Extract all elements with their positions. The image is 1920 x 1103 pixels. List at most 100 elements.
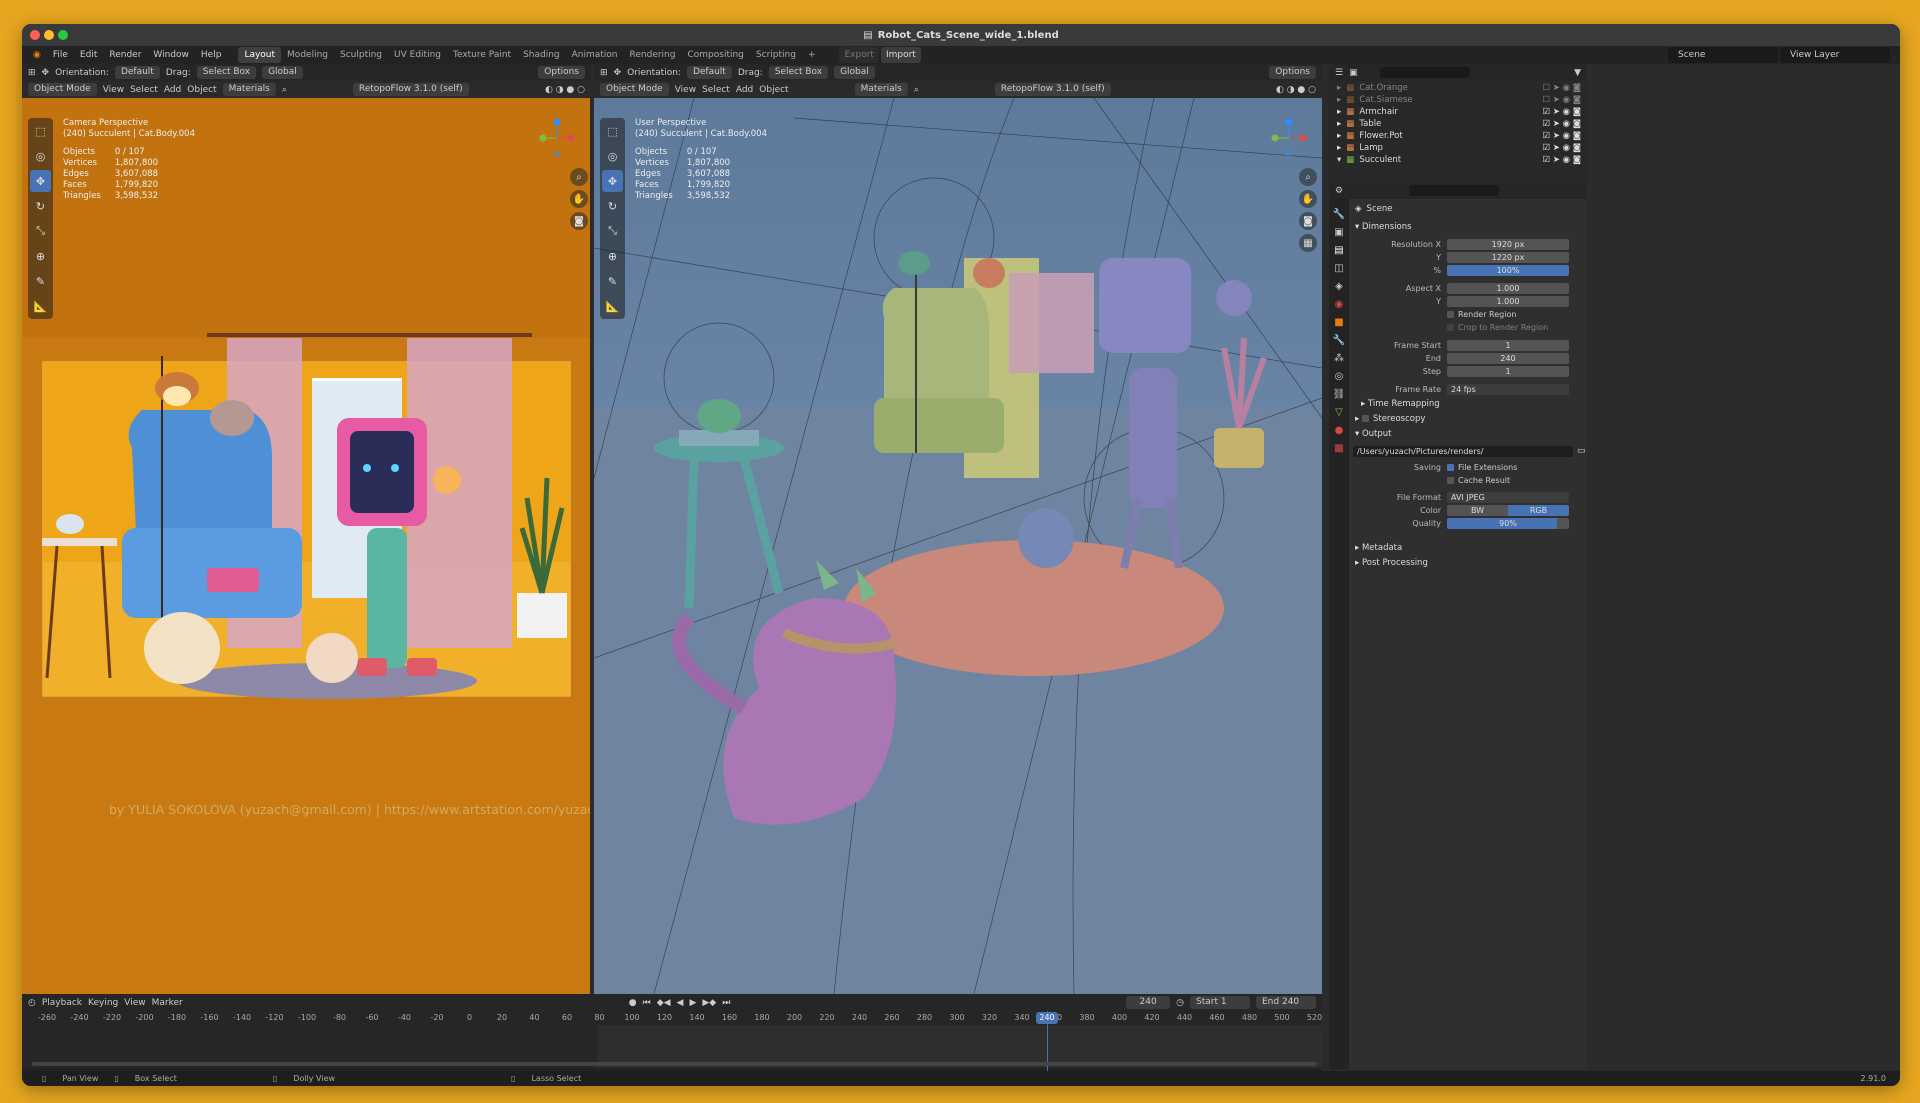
view-layer-tab-icon[interactable]: ◫ — [1334, 263, 1343, 274]
move-tool-icon[interactable]: ✥ — [602, 170, 623, 192]
start-frame-field[interactable]: Start 1 — [1190, 996, 1250, 1009]
output-tab-icon[interactable]: ▤ — [1334, 245, 1343, 256]
rotate-tool-icon[interactable]: ↻ — [602, 195, 623, 217]
retopoflow-dropdown[interactable]: RetopoFlow 3.1.0 (self) — [994, 83, 1111, 96]
field-value[interactable]: 1 — [1447, 339, 1569, 351]
blender-logo-icon[interactable]: ◉ — [28, 47, 46, 63]
navigation-gizmo[interactable] — [1269, 118, 1309, 158]
orientation-dropdown[interactable]: Default — [114, 66, 160, 79]
current-frame-field[interactable]: 240 — [1126, 996, 1171, 1009]
menu-edit[interactable]: Edit — [75, 47, 102, 63]
tab-modeling[interactable]: Modeling — [281, 47, 334, 63]
scene-tab-icon[interactable]: ◈ — [1335, 281, 1343, 292]
close-button[interactable] — [30, 30, 40, 40]
select-tool-icon[interactable]: ⬚ — [30, 120, 51, 142]
tab-animation[interactable]: Animation — [566, 47, 624, 63]
outliner-item[interactable]: ▸ ▦ Table ☑ ➤ ◉ ◙ — [1329, 118, 1587, 130]
display-mode-icon[interactable]: ▣ — [1349, 68, 1358, 78]
particles-tab-icon[interactable]: ⁂ — [1334, 353, 1344, 364]
editor-type-icon[interactable]: ⊞ — [28, 68, 36, 78]
material-tab-icon[interactable]: ● — [1335, 425, 1344, 436]
pan-hand-icon[interactable]: ✋ — [1299, 190, 1317, 208]
file-extensions-checkbox[interactable]: Saving File Extensions — [1349, 461, 1587, 473]
menu-help[interactable]: Help — [196, 47, 227, 63]
drag-dropdown[interactable]: Select Box — [196, 66, 257, 79]
texture-tab-icon[interactable]: ▩ — [1334, 443, 1343, 454]
search-icon[interactable]: ⌕ — [282, 85, 287, 95]
output-path-field[interactable]: /Users/yuzach/Pictures/renders/ ▭ — [1349, 445, 1587, 457]
physics-tab-icon[interactable]: ◎ — [1335, 371, 1344, 382]
folder-icon[interactable]: ▭ — [1577, 446, 1586, 456]
move-gizmo-icon[interactable]: ✥ — [42, 68, 50, 78]
mode-dropdown[interactable]: Object Mode — [28, 83, 97, 96]
field-value[interactable]: 1 — [1447, 365, 1569, 377]
tab-texture-paint[interactable]: Texture Paint — [447, 47, 517, 63]
field-value[interactable]: 1920 px — [1447, 238, 1569, 250]
world-tab-icon[interactable]: ◉ — [1335, 299, 1344, 310]
scene-selector[interactable]: Scene — [1668, 47, 1778, 63]
dimensions-panel-header[interactable]: ▾ Dimensions — [1349, 219, 1587, 234]
field-value[interactable]: 24 fps — [1447, 383, 1569, 395]
frame-end-field[interactable]: End 240 — [1349, 352, 1587, 364]
menu-window[interactable]: Window — [148, 47, 194, 63]
timeline-scrollbar[interactable] — [32, 1062, 1317, 1066]
menu-render[interactable]: Render — [104, 47, 146, 63]
orientation-dropdown[interactable]: Default — [686, 66, 732, 79]
color-rgb-button[interactable]: RGB — [1508, 504, 1569, 516]
left-viewport[interactable]: ⬚ ◎ ✥ ↻ ⤡ ⊕ ✎ 📐 Camera Perspective (240)… — [22, 98, 590, 994]
stereoscopy-panel-header[interactable]: ▸ Stereoscopy — [1349, 411, 1587, 426]
object-tab-icon[interactable]: ■ — [1334, 317, 1343, 328]
time-remapping-panel-header[interactable]: ▸ Time Remapping — [1349, 396, 1587, 411]
jump-start-icon[interactable]: ⏮ — [643, 998, 651, 1008]
viewport-shading-icons[interactable]: ◐ ◑ ● ○ — [545, 85, 585, 95]
playhead-label[interactable]: 240 — [1036, 1012, 1058, 1024]
select-tool-icon[interactable]: ⬚ — [602, 120, 623, 142]
editor-type-icon[interactable]: ⊞ — [600, 68, 608, 78]
scale-tool-icon[interactable]: ⤡ — [602, 220, 623, 242]
frame-step-field[interactable]: Step 1 — [1349, 365, 1587, 377]
right-viewport[interactable]: ⬚ ◎ ✥ ↻ ⤡ ⊕ ✎ 📐 User Perspective (240) S… — [594, 98, 1322, 994]
metadata-panel-header[interactable]: ▸ Metadata — [1349, 540, 1587, 555]
outliner-search[interactable] — [1379, 67, 1470, 78]
checkbox-icon[interactable] — [1447, 463, 1454, 471]
outliner-type-icon[interactable]: ☰ — [1335, 68, 1343, 78]
checkbox-icon[interactable] — [1447, 476, 1454, 484]
zoom-icon[interactable]: ⌕ — [1299, 168, 1317, 186]
jump-end-icon[interactable]: ⏭ — [722, 998, 730, 1008]
outliner-item[interactable]: ▸ ▦ Flower.Pot ☑ ➤ ◉ ◙ — [1329, 130, 1587, 142]
tab-rendering[interactable]: Rendering — [624, 47, 682, 63]
modifier-tab-icon[interactable]: 🔧 — [1333, 335, 1345, 346]
quality-slider-track[interactable]: 90% — [1447, 517, 1569, 529]
filter-icon[interactable]: ▼ — [1574, 68, 1581, 78]
render-region-checkbox[interactable]: Render Region — [1349, 308, 1587, 320]
resolution-percent-field[interactable]: % 100% — [1349, 264, 1587, 276]
move-tool-icon[interactable]: ✥ — [30, 170, 51, 192]
cache-result-checkbox[interactable]: Cache Result — [1349, 474, 1587, 486]
camera-icon[interactable]: ◙ — [1299, 212, 1317, 230]
prev-keyframe-icon[interactable]: ◆◀ — [657, 998, 671, 1008]
shading-dropdown[interactable]: Materials — [854, 83, 908, 96]
options-dropdown[interactable]: Options — [538, 66, 585, 79]
menu-add[interactable]: Add — [164, 85, 181, 95]
field-value[interactable]: 100% — [1447, 264, 1569, 276]
navigation-gizmo[interactable] — [537, 118, 577, 158]
field-value[interactable]: 1220 px — [1447, 251, 1569, 263]
field-value[interactable]: 1.000 — [1447, 295, 1569, 307]
outliner-item[interactable]: ▸ ▦ Armchair ☑ ➤ ◉ ◙ — [1329, 106, 1587, 118]
annotate-tool-icon[interactable]: ✎ — [30, 270, 51, 292]
zoom-icon[interactable]: ⌕ — [570, 168, 588, 186]
output-panel-header[interactable]: ▾ Output — [1349, 426, 1587, 441]
properties-type-icon[interactable]: ⚙ — [1335, 186, 1343, 196]
frame-start-field[interactable]: Frame Start 1 — [1349, 339, 1587, 351]
measure-tool-icon[interactable]: 📐 — [602, 295, 623, 317]
tool-tab-icon[interactable]: 🔧 — [1333, 209, 1345, 220]
tab-layout[interactable]: Layout — [238, 47, 282, 63]
outliner-item[interactable]: ▸ ▦ Cat.Siamese ☐ ➤ ◉ ◙ — [1329, 94, 1587, 106]
data-tab-icon[interactable]: ▽ — [1335, 407, 1343, 418]
menu-object[interactable]: Object — [759, 85, 788, 95]
record-icon[interactable]: ● — [629, 998, 637, 1008]
resolution-y-field[interactable]: Y 1220 px — [1349, 251, 1587, 263]
transform-orientation-dropdown[interactable]: Global — [834, 66, 875, 79]
transform-tool-icon[interactable]: ⊕ — [30, 245, 51, 267]
menu-marker[interactable]: Marker — [152, 998, 183, 1008]
